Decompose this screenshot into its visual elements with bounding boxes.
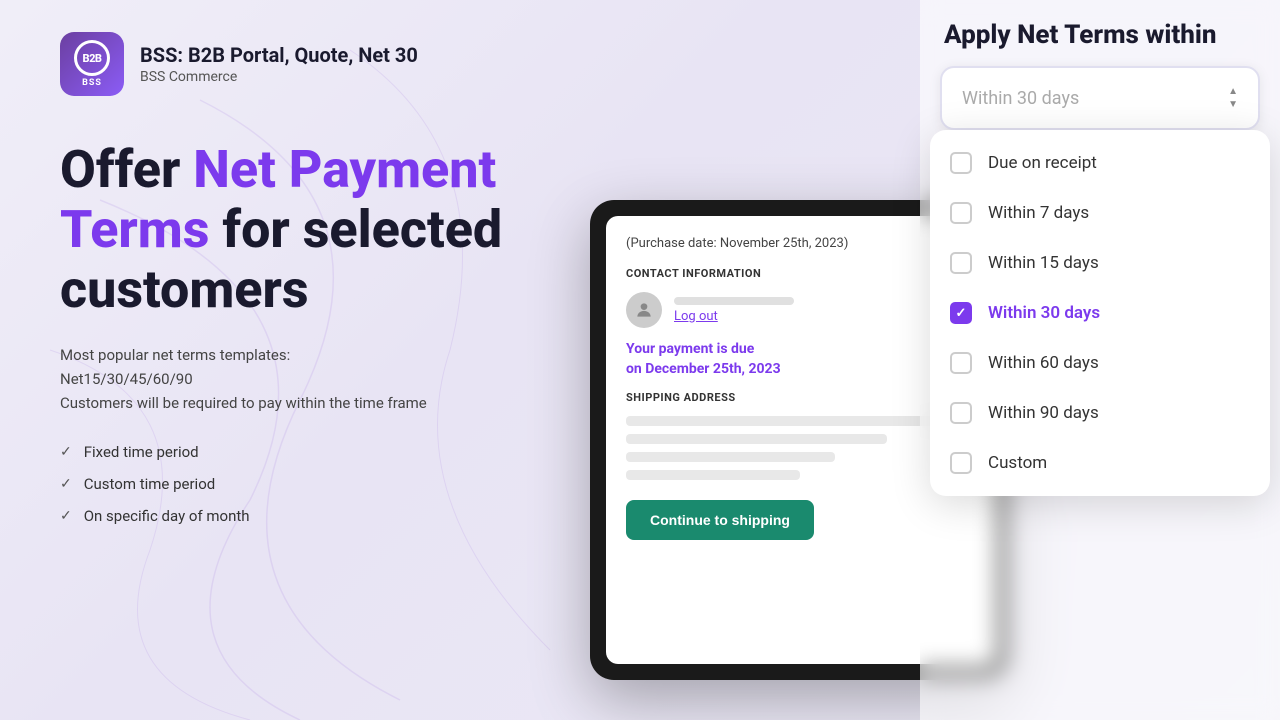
dropdown-item-label-within-90: Within 90 days <box>988 403 1099 423</box>
feature-item-1: ✓ Fixed time period <box>60 443 580 461</box>
dropdown-item-due-receipt[interactable]: Due on receipt <box>930 138 1270 188</box>
company-name: BSS Commerce <box>140 69 418 85</box>
log-out-link[interactable]: Log out <box>674 309 794 324</box>
dropdown-item-within-7[interactable]: Within 7 days <box>930 188 1270 238</box>
subtext-line3: Customers will be required to pay within… <box>60 394 427 412</box>
addr-bar-4 <box>626 470 800 480</box>
dropdown-item-within-60[interactable]: Within 60 days <box>930 338 1270 388</box>
checkbox-within-60[interactable] <box>950 352 972 374</box>
checkbox-within-15[interactable] <box>950 252 972 274</box>
feature-label-3: On specific day of month <box>84 507 250 525</box>
heading-part1: Offer <box>60 139 193 200</box>
checkbox-due-receipt[interactable] <box>950 152 972 174</box>
dropdown-item-label-within-60: Within 60 days <box>988 353 1099 373</box>
dropdown-item-label-due-receipt: Due on receipt <box>988 153 1097 173</box>
contact-info: Log out <box>674 297 794 324</box>
payment-due-line2: on December 25th, 2023 <box>626 361 781 377</box>
dropdown-title: Apply Net Terms within <box>940 20 1260 50</box>
subtext-line1: Most popular net terms templates: <box>60 346 290 364</box>
check-icon-2: ✓ <box>60 476 72 492</box>
checkbox-within-30[interactable] <box>950 302 972 324</box>
dropdown-item-custom[interactable]: Custom <box>930 438 1270 488</box>
main-heading: Offer Net Payment Terms for selected cus… <box>60 140 580 319</box>
sub-text: Most popular net terms templates: Net15/… <box>60 343 580 415</box>
feature-label-2: Custom time period <box>84 475 215 493</box>
check-icon-3: ✓ <box>60 508 72 524</box>
dropdown-item-label-within-15: Within 15 days <box>988 253 1099 273</box>
subtext-line2: Net15/30/45/60/90 <box>60 370 193 388</box>
logo-sub-text: BSS <box>82 78 102 88</box>
dropdown-selected-value: Within 30 days <box>962 88 1079 109</box>
addr-bar-2 <box>626 434 887 444</box>
app-logo: B2B BSS <box>60 32 124 96</box>
payment-due-line1: Your payment is due <box>626 341 754 357</box>
checkbox-custom[interactable] <box>950 452 972 474</box>
left-content: Offer Net Payment Terms for selected cus… <box>60 140 580 525</box>
dropdown-item-label-custom: Custom <box>988 453 1047 473</box>
dropdown-list: Due on receipt Within 7 days Within 15 d… <box>930 130 1270 496</box>
dropdown-item-within-15[interactable]: Within 15 days <box>930 238 1270 288</box>
right-panel: Apply Net Terms within Within 30 days ▲ … <box>920 0 1280 720</box>
logo-info: BSS: B2B Portal, Quote, Net 30 BSS Comme… <box>140 43 418 85</box>
continue-to-shipping-button[interactable]: Continue to shipping <box>626 500 814 540</box>
contact-name-bar <box>674 297 794 305</box>
checkbox-within-90[interactable] <box>950 402 972 424</box>
features-list: ✓ Fixed time period ✓ Custom time period… <box>60 443 580 525</box>
dropdown-select[interactable]: Within 30 days ▲ ▼ <box>940 66 1260 130</box>
check-icon-1: ✓ <box>60 444 72 460</box>
feature-item-2: ✓ Custom time period <box>60 475 580 493</box>
addr-bar-3 <box>626 452 835 462</box>
logo-circle: B2B <box>74 40 110 76</box>
dropdown-item-within-90[interactable]: Within 90 days <box>930 388 1270 438</box>
header: B2B BSS BSS: B2B Portal, Quote, Net 30 B… <box>60 32 418 96</box>
checkbox-within-7[interactable] <box>950 202 972 224</box>
dropdown-item-label-within-7: Within 7 days <box>988 203 1089 223</box>
dropdown-arrows-icon: ▲ ▼ <box>1228 86 1238 110</box>
dropdown-item-within-30[interactable]: Within 30 days <box>930 288 1270 338</box>
app-name: BSS: B2B Portal, Quote, Net 30 <box>140 43 418 67</box>
avatar <box>626 292 662 328</box>
dropdown-item-label-within-30: Within 30 days <box>988 303 1100 323</box>
dropdown-header: Apply Net Terms within Within 30 days ▲ … <box>940 20 1260 130</box>
feature-label-1: Fixed time period <box>84 443 199 461</box>
feature-item-3: ✓ On specific day of month <box>60 507 580 525</box>
